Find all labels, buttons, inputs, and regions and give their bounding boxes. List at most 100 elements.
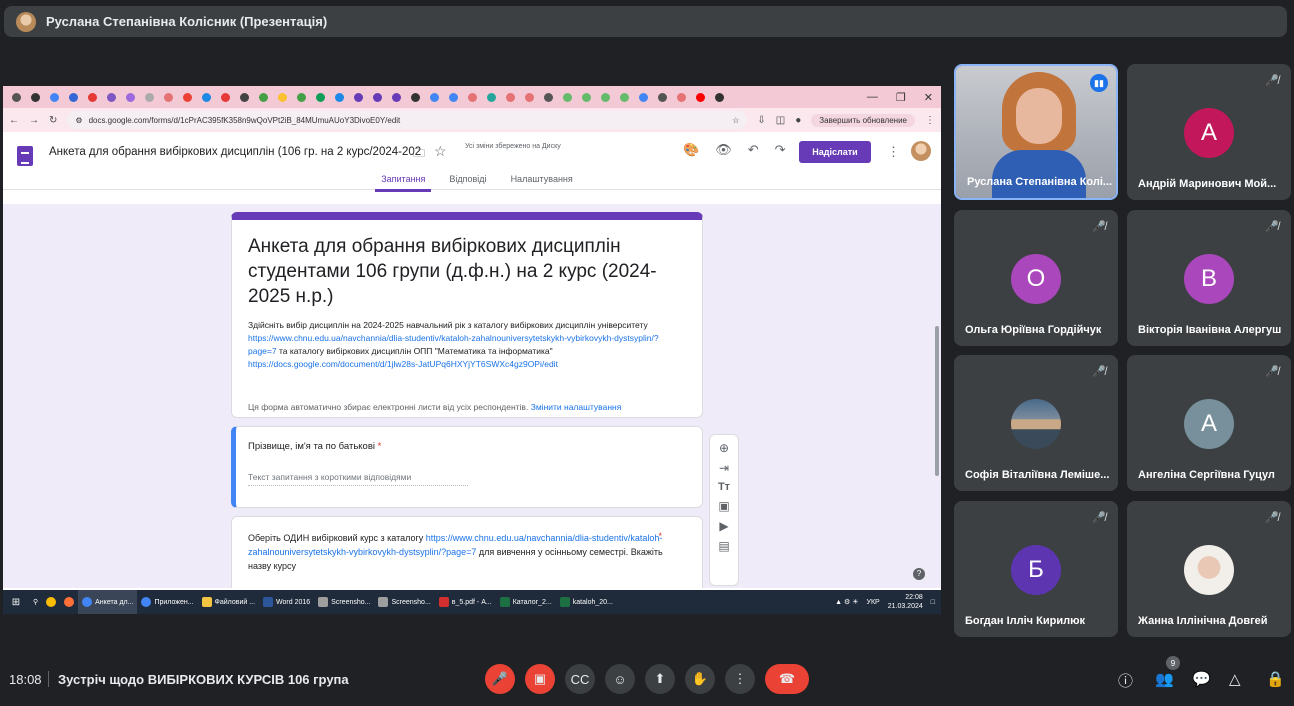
form-title[interactable]: Анкета для обрання вибіркових дисциплін … [248, 234, 686, 309]
change-settings-link[interactable]: Змінити налаштування [531, 402, 622, 412]
send-button[interactable]: Надіслати [799, 141, 871, 163]
address-bar[interactable]: ⚙ docs.google.com/forms/d/1cPrAC395fK358… [67, 111, 748, 129]
back-icon[interactable]: ← [9, 115, 19, 126]
tab-icon[interactable] [126, 92, 135, 102]
tab-icon[interactable] [88, 92, 97, 102]
taskbar-item[interactable]: Файловий ... [198, 590, 260, 614]
undo-icon[interactable]: ↶ [748, 142, 759, 158]
new-tab-icon[interactable] [715, 92, 724, 102]
firefox-icon[interactable] [60, 590, 78, 614]
participant-tile[interactable]: 🎤̸ А Андрій Маринович Мой... [1127, 64, 1291, 200]
form-doc-title[interactable]: Анкета для обрання вибіркових дисциплін … [49, 146, 421, 158]
browser-menu-icon[interactable]: ⋮ [925, 115, 935, 126]
reload-icon[interactable]: ↻ [49, 115, 57, 126]
camera-toggle-button[interactable]: ▣ [525, 664, 555, 694]
participant-tile[interactable]: 🎤̸ А Ангеліна Сергіївна Гуцул [1127, 355, 1291, 491]
forms-tab-icon[interactable] [392, 92, 401, 102]
profile-icon[interactable]: ● [795, 115, 801, 126]
tab-icon[interactable] [221, 92, 230, 102]
participant-tile[interactable]: 🎤̸ Б Богдан Ілліч Кирилюк [954, 501, 1118, 637]
tab-icon[interactable] [677, 92, 686, 102]
notifications-icon[interactable]: □ [931, 599, 935, 606]
taskbar-item[interactable]: Анкета дл... [78, 590, 138, 614]
tab-icon[interactable] [335, 92, 344, 102]
download-icon[interactable]: ⇩ [757, 115, 765, 126]
palette-icon[interactable]: 🎨 [683, 142, 699, 158]
scrollbar[interactable] [935, 326, 939, 476]
tab-icon[interactable] [107, 92, 116, 102]
tab-icon[interactable] [582, 92, 591, 102]
windows-start-icon[interactable]: ⊞ [3, 597, 29, 608]
tab-icon[interactable] [658, 92, 667, 102]
participant-tile[interactable]: ▮▮ Руслана Степанівна Колі... [954, 64, 1118, 200]
youtube-tab-icon[interactable] [696, 92, 705, 102]
tab-icon[interactable] [354, 92, 363, 102]
tab-icon[interactable] [601, 92, 610, 102]
tab-icon[interactable] [164, 92, 173, 102]
tab-icon[interactable] [316, 92, 325, 102]
restore-icon[interactable]: ❐ [896, 91, 906, 104]
search-icon[interactable]: ⚲ [29, 590, 42, 614]
tab-icon[interactable] [620, 92, 629, 102]
sidepanel-icon[interactable]: ◫ [776, 115, 785, 126]
tab-settings[interactable]: Налаштування [505, 172, 579, 192]
participant-tile[interactable]: 🎤̸ Софія Віталіївна Лемішe... [954, 355, 1118, 491]
chat-icon[interactable]: 💬 [1192, 670, 1211, 688]
tab-responses[interactable]: Відповіді [443, 172, 492, 192]
tab-icon[interactable] [69, 92, 78, 102]
taskbar-item[interactable]: Word 2016 [259, 590, 314, 614]
tab-icon[interactable] [297, 92, 306, 102]
tab-icon[interactable] [506, 92, 515, 102]
participant-tile[interactable]: 🎤̸ О Ольга Юріївна Гордійчук [954, 210, 1118, 346]
tab-icon[interactable] [50, 92, 59, 102]
star-icon[interactable]: ☆ [434, 143, 447, 160]
tab-icon[interactable] [31, 92, 40, 102]
participant-tile[interactable]: 🎤̸ Жанна Іллінічна Довгей [1127, 501, 1291, 637]
raise-hand-button[interactable]: ✋ [685, 664, 715, 694]
tab-icon[interactable] [525, 92, 534, 102]
forward-icon[interactable]: → [29, 115, 39, 126]
forms-logo-icon[interactable] [17, 146, 33, 166]
taskbar-item[interactable]: Screensho... [374, 590, 434, 614]
reactions-button[interactable]: ☺ [605, 664, 635, 694]
add-image-icon[interactable]: ▣ [718, 499, 729, 513]
redo-icon[interactable]: ↷ [775, 142, 786, 158]
taskbar-item[interactable]: в_5.pdf - А... [435, 590, 496, 614]
leave-call-button[interactable]: ☎ [765, 664, 809, 694]
taskbar-item[interactable]: kataloh_20... [556, 590, 617, 614]
update-button[interactable]: Завершить обновление [811, 113, 915, 127]
close-tab-icon[interactable] [411, 92, 420, 102]
google-tab-icon[interactable] [639, 92, 648, 102]
tab-icon[interactable] [563, 92, 572, 102]
more-options-icon[interactable]: ⋮ [887, 144, 900, 160]
tab-icon[interactable] [278, 92, 287, 102]
mic-toggle-button[interactable]: 🎤 [485, 664, 515, 694]
people-icon[interactable]: 👥 [1155, 670, 1174, 688]
tab-icon[interactable] [544, 92, 553, 102]
host-controls-icon[interactable]: 🔒 [1266, 670, 1285, 688]
tab-icon[interactable] [449, 92, 458, 102]
site-info-icon[interactable]: ⚙ [75, 116, 82, 125]
import-questions-icon[interactable]: ⇥ [719, 461, 729, 475]
tab-icon[interactable] [240, 92, 249, 102]
taskbar-item[interactable]: Каталог_2... [496, 590, 556, 614]
add-title-icon[interactable]: Tт [718, 481, 730, 493]
bookmark-star-icon[interactable]: ☆ [732, 116, 739, 125]
preview-eye-icon[interactable]: 👁 [715, 142, 732, 158]
clock[interactable]: 22:08 21.03.2024 [888, 593, 923, 611]
help-icon[interactable]: ? [913, 568, 925, 580]
user-avatar[interactable] [911, 141, 931, 161]
more-options-button[interactable]: ⋮ [725, 664, 755, 694]
present-screen-button[interactable]: ⬆ [645, 664, 675, 694]
tab-icon[interactable] [202, 92, 211, 102]
captions-button[interactable]: CC [565, 664, 595, 694]
taskbar-item[interactable]: Screensho... [314, 590, 374, 614]
add-question-icon[interactable]: ⊕ [719, 441, 729, 455]
language-indicator[interactable]: УКР [867, 599, 880, 606]
activities-icon[interactable]: △ [1229, 670, 1241, 688]
close-window-icon[interactable]: ✕ [924, 91, 933, 104]
gmail-tab-icon[interactable] [183, 92, 192, 102]
meeting-info-icon[interactable]: ⓘ [1118, 670, 1133, 691]
tab-icon[interactable] [430, 92, 439, 102]
question-card-name[interactable]: Прізвище, ім'я та по батькові * Текст за… [231, 426, 703, 508]
